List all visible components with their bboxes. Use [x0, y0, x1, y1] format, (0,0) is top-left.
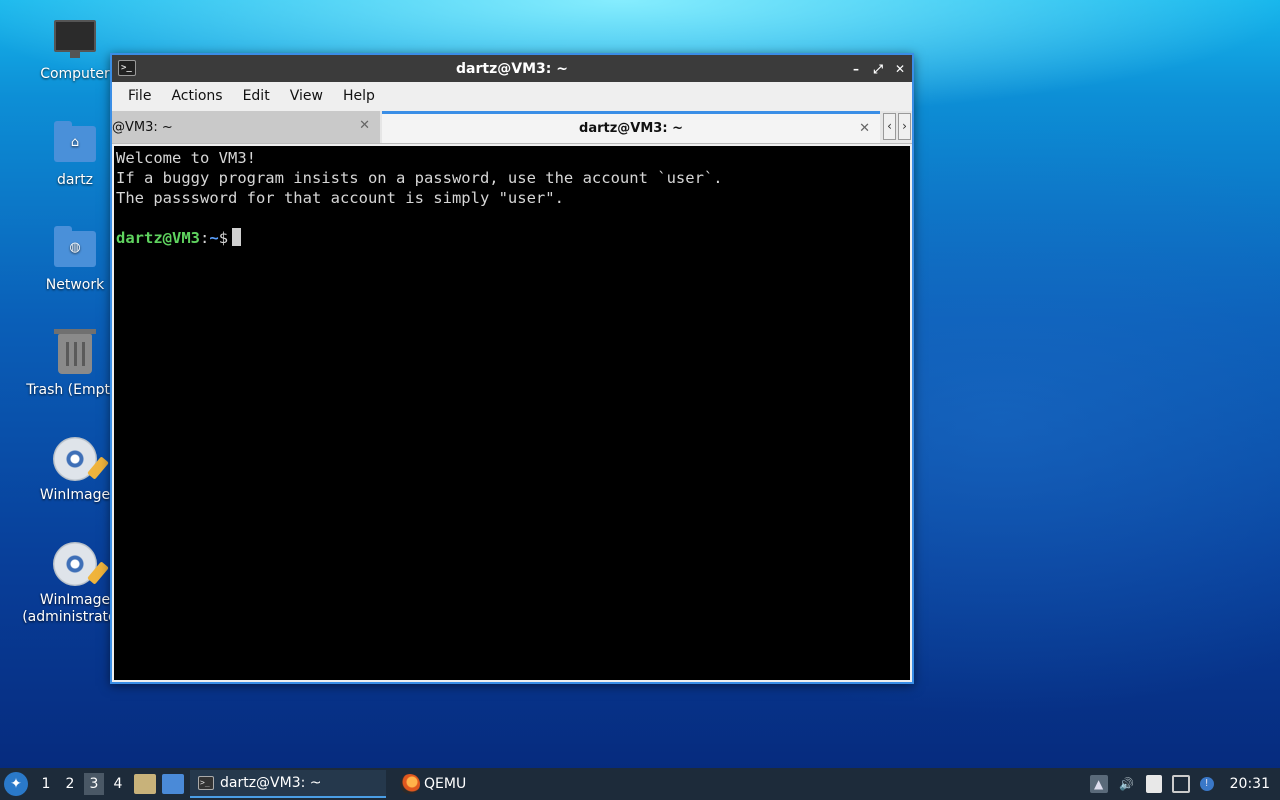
task-label: QEMU [424, 776, 467, 792]
desktop-icon-label: Computer [40, 66, 110, 82]
volume-icon[interactable]: 🔊 [1118, 775, 1136, 793]
home-folder-icon: ⌂ [51, 121, 99, 166]
trash-icon [51, 329, 99, 376]
computer-icon [51, 16, 99, 60]
terminal-output[interactable]: Welcome to VM3! If a buggy program insist… [114, 146, 910, 680]
menu-file[interactable]: File [118, 82, 161, 111]
terminal-prompt: dartz@VM3:~$ [116, 228, 910, 248]
tab-scroll-left-icon[interactable]: ‹ [883, 113, 896, 140]
workspace-2[interactable]: 2 [60, 773, 80, 795]
desktop-icon-label: dartz [56, 172, 94, 188]
minimize-button[interactable]: – [848, 61, 864, 77]
maximize-button[interactable]: ⤢ [870, 61, 886, 77]
prompt-path: ~ [209, 229, 219, 247]
workspace-3[interactable]: 3 [84, 773, 104, 795]
prompt-separator: : [200, 229, 210, 247]
system-tray: ▲ 🔊 ! 20:31 [1089, 775, 1280, 793]
update-notifier-icon[interactable]: ! [1199, 777, 1214, 791]
window-title: dartz@VM3: ~ [456, 60, 568, 77]
terminal-icon: >_ [198, 776, 214, 790]
terminal-blank-line: ​ [116, 208, 910, 228]
tray-arrow-icon[interactable]: ▲ [1089, 775, 1108, 793]
terminal-line: Welcome to VM3! [116, 149, 256, 167]
prompt-symbol: $ [218, 229, 229, 247]
tab-scroll-right-icon[interactable]: › [898, 113, 911, 140]
text-cursor [232, 228, 242, 246]
window-controls: – ⤢ ✕ [848, 55, 908, 82]
desktop-icon-label: WinImage [39, 487, 111, 503]
tab-label: dartz@VM3: ~ [579, 121, 683, 136]
menu-actions[interactable]: Actions [161, 82, 232, 111]
menu-edit[interactable]: Edit [233, 82, 280, 111]
winimage-admin-icon [51, 542, 99, 586]
workspace-4[interactable]: 4 [108, 773, 128, 795]
terminal-line: If a buggy program insists on a password… [116, 169, 723, 187]
file-manager-icon[interactable] [134, 774, 156, 794]
terminal-window[interactable]: >_ dartz@VM3: ~ – ⤢ ✕ File Actions Edit … [110, 53, 914, 684]
taskbar-task-terminal[interactable]: >_ dartz@VM3: ~ [190, 770, 386, 798]
clipboard-icon[interactable] [1145, 775, 1162, 793]
tab-inactive[interactable]: @VM3: ~ ✕ [112, 111, 380, 143]
window-titlebar[interactable]: >_ dartz@VM3: ~ – ⤢ ✕ [112, 55, 912, 82]
workspace-1[interactable]: 1 [36, 773, 56, 795]
network-icon[interactable] [1171, 775, 1190, 793]
taskbar-task-qemu[interactable]: QEMU [392, 770, 474, 798]
tab-label: @VM3: ~ [112, 119, 173, 135]
taskbar: ✦ 1 2 3 4 >_ dartz@VM3: ~ QEMU ▲ 🔊 ! 20:… [0, 768, 1280, 800]
terminal-line: The passsword for that account is simply… [116, 189, 564, 207]
menu-bar: File Actions Edit View Help [112, 82, 912, 111]
menu-help[interactable]: Help [333, 82, 385, 111]
tab-close-icon[interactable]: ✕ [359, 118, 370, 133]
prompt-user-host: dartz@VM3 [116, 229, 200, 247]
desktop-icon-label: Network [45, 277, 105, 293]
menu-view[interactable]: View [280, 82, 333, 111]
clock[interactable]: 20:31 [1230, 776, 1270, 792]
start-menu-icon[interactable]: ✦ [4, 772, 28, 796]
show-desktop-icon[interactable] [162, 774, 184, 794]
qemu-icon [400, 774, 420, 794]
winimage-icon [51, 437, 99, 481]
tab-bar: @VM3: ~ ✕ dartz@VM3: ~ ✕ ‹ › [112, 111, 912, 144]
terminal-app-icon: >_ [118, 60, 136, 76]
task-label: dartz@VM3: ~ [220, 775, 322, 791]
close-button[interactable]: ✕ [892, 61, 908, 77]
tab-active[interactable]: dartz@VM3: ~ ✕ [382, 111, 880, 143]
network-folder-icon: ◍ [51, 226, 99, 271]
tab-close-icon[interactable]: ✕ [859, 121, 870, 136]
